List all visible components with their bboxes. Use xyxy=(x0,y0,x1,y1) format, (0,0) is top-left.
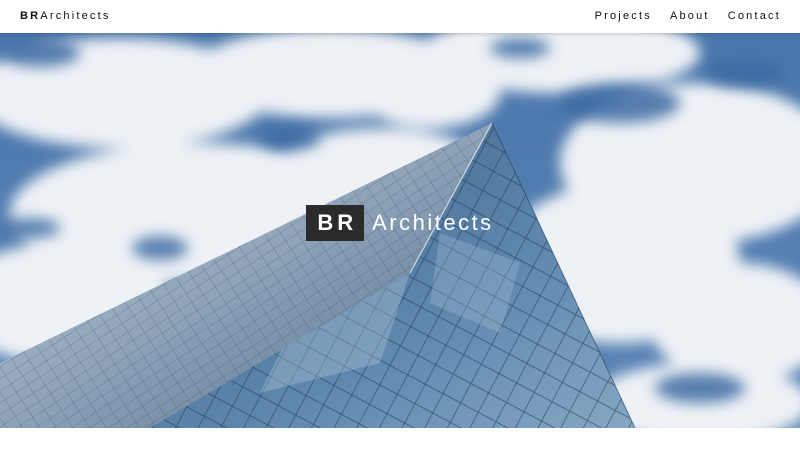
top-navbar: BRArchitects Projects About Contact xyxy=(0,0,800,33)
hero-logo-initials: BR xyxy=(306,205,365,241)
brand-logo-link[interactable]: BRArchitects xyxy=(20,10,111,23)
hero-banner: BR Architects xyxy=(0,33,800,428)
hero-logo: BR Architects xyxy=(0,205,800,241)
nav-link-about[interactable]: About xyxy=(661,10,719,23)
nav-link-projects[interactable]: Projects xyxy=(586,10,661,23)
brand-name: Architects xyxy=(40,10,111,22)
brand-initials: BR xyxy=(20,10,41,22)
hero-logo-name: Architects xyxy=(372,210,494,235)
page-content-area xyxy=(0,428,800,450)
nav-link-contact[interactable]: Contact xyxy=(719,10,790,23)
nav-links: Projects About Contact xyxy=(586,10,790,23)
